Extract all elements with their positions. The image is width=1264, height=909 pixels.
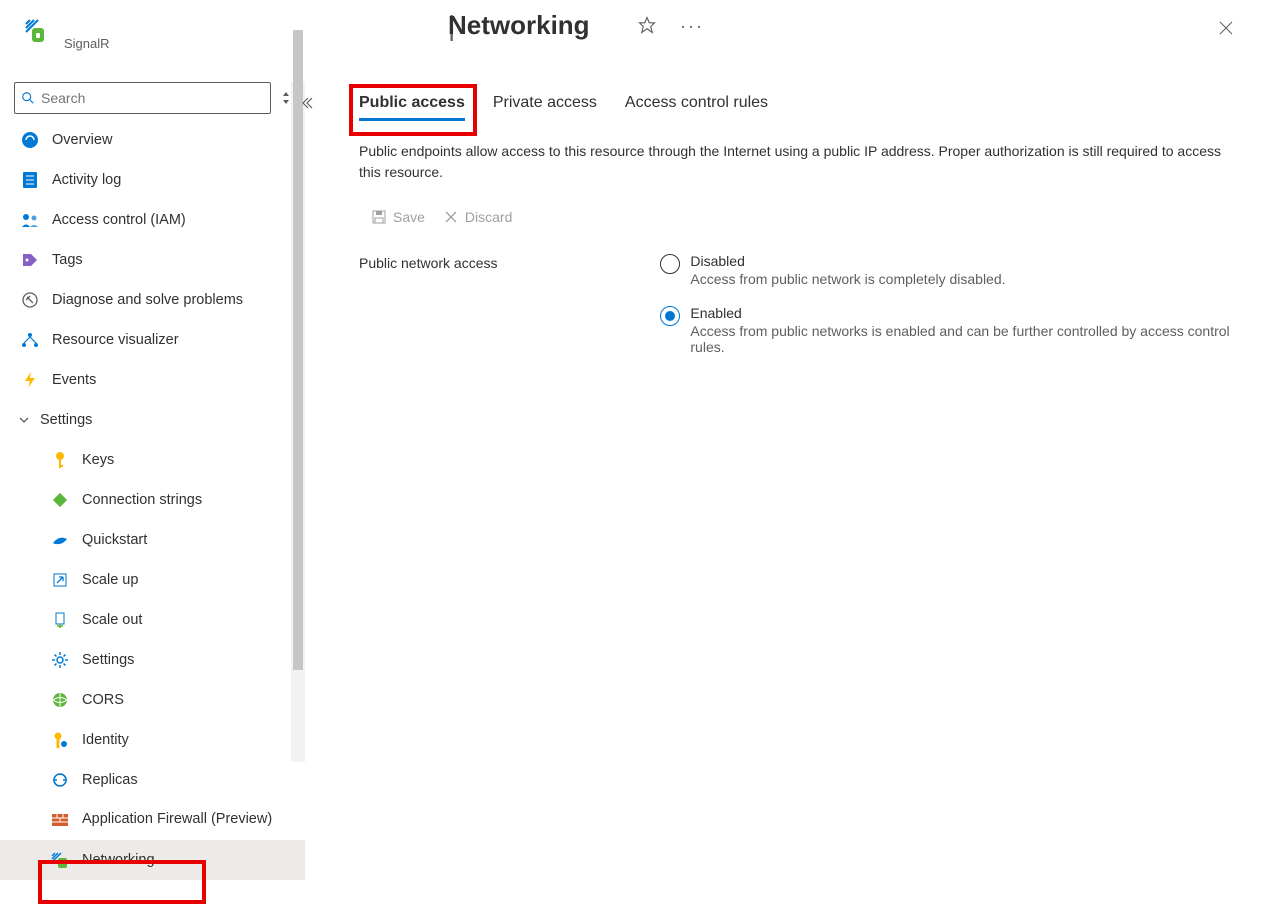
sidebar-item-label: Scale out: [82, 612, 142, 628]
sidebar-item-label: Events: [52, 372, 96, 388]
sidebar-scroll-thumb[interactable]: [293, 30, 303, 670]
sidebar-item-settings[interactable]: Settings: [0, 640, 305, 680]
radio-disabled[interactable]: Disabled Access from public network is c…: [660, 253, 1234, 287]
radio-circle-icon: [660, 306, 680, 326]
toolbar: Save Discard: [371, 209, 1234, 225]
discard-button[interactable]: Discard: [443, 209, 512, 225]
identity-icon: [50, 731, 70, 749]
sidebar-item-networking[interactable]: Networking: [0, 840, 305, 880]
tab-private-access[interactable]: Private access: [493, 94, 597, 121]
radio-subtitle: Access from public network is completely…: [690, 271, 1005, 287]
tab-label: Public access: [359, 94, 465, 111]
sidebar-item-application-firewall[interactable]: Application Firewall (Preview): [0, 800, 305, 840]
public-network-access-row: Public network access Disabled Access fr…: [359, 253, 1234, 373]
cors-icon: [50, 691, 70, 709]
sidebar-nav: Overview Activity log Access control (IA…: [0, 120, 305, 880]
tags-icon: [20, 252, 40, 268]
sidebar-item-label: Application Firewall (Preview): [82, 811, 272, 828]
button-label: Discard: [465, 209, 512, 225]
sidebar-item-label: Replicas: [82, 772, 138, 788]
sidebar-item-label: Diagnose and solve problems: [52, 292, 243, 308]
sidebar-item-keys[interactable]: Keys: [0, 440, 305, 480]
firewall-icon: [50, 813, 70, 827]
sidebar-item-label: Keys: [82, 452, 114, 468]
sidebar-item-label: Overview: [52, 132, 112, 148]
sidebar-item-overview[interactable]: Overview: [0, 120, 305, 160]
sidebar-group-settings[interactable]: Settings: [0, 400, 305, 440]
discard-icon: [443, 209, 459, 225]
diagnose-icon: [20, 291, 40, 309]
sidebar-item-label: Scale up: [82, 572, 138, 588]
connection-strings-icon: [50, 491, 70, 509]
form-label: Public network access: [359, 253, 660, 271]
sidebar-item-access-control[interactable]: Access control (IAM): [0, 200, 305, 240]
radio-circle-icon: [660, 254, 680, 274]
sidebar-item-label: Resource visualizer: [52, 332, 179, 348]
sidebar-item-connection-strings[interactable]: Connection strings: [0, 480, 305, 520]
sidebar-item-label: Quickstart: [82, 532, 147, 548]
keys-icon: [50, 451, 70, 469]
sort-handle-icon[interactable]: [281, 90, 291, 106]
sidebar-item-tags[interactable]: Tags: [0, 240, 305, 280]
sidebar: Overview Activity log Access control (IA…: [0, 0, 305, 909]
sidebar-item-scale-up[interactable]: Scale up: [0, 560, 305, 600]
events-icon: [20, 371, 40, 389]
networking-icon: [50, 851, 70, 869]
chevron-down-icon: [18, 414, 30, 426]
sidebar-item-activity-log[interactable]: Activity log: [0, 160, 305, 200]
search-input-container[interactable]: [14, 82, 271, 114]
sidebar-item-label: Identity: [82, 732, 129, 748]
radio-enabled[interactable]: Enabled Access from public networks is e…: [660, 305, 1234, 355]
tab-label: Private access: [493, 94, 597, 111]
tab-public-access[interactable]: Public access: [359, 94, 465, 121]
overview-icon: [20, 131, 40, 149]
sidebar-item-events[interactable]: Events: [0, 360, 305, 400]
sidebar-item-diagnose[interactable]: Diagnose and solve problems: [0, 280, 305, 320]
button-label: Save: [393, 209, 425, 225]
sidebar-item-cors[interactable]: CORS: [0, 680, 305, 720]
sidebar-item-label: CORS: [82, 692, 124, 708]
search-input[interactable]: [35, 90, 264, 106]
tabs: Public access Private access Access cont…: [359, 94, 1234, 121]
sidebar-item-label: Networking: [82, 852, 155, 868]
resource-visualizer-icon: [20, 332, 40, 348]
quickstart-icon: [50, 533, 70, 547]
gear-icon: [50, 651, 70, 669]
sidebar-item-label: Access control (IAM): [52, 212, 186, 228]
sidebar-item-replicas[interactable]: Replicas: [0, 760, 305, 800]
radio-title: Enabled: [690, 305, 1234, 321]
scale-out-icon: [50, 611, 70, 629]
save-button[interactable]: Save: [371, 209, 425, 225]
sidebar-item-identity[interactable]: Identity: [0, 720, 305, 760]
sidebar-item-label: Tags: [52, 252, 83, 268]
iam-icon: [20, 212, 40, 228]
replicas-icon: [50, 771, 70, 789]
main-content: Public access Private access Access cont…: [305, 0, 1264, 909]
sidebar-group-label: Settings: [40, 412, 92, 428]
save-icon: [371, 209, 387, 225]
tab-description: Public endpoints allow access to this re…: [359, 141, 1229, 183]
tab-access-control-rules[interactable]: Access control rules: [625, 94, 768, 121]
sidebar-item-scale-out[interactable]: Scale out: [0, 600, 305, 640]
radio-title: Disabled: [690, 253, 1005, 269]
radio-subtitle: Access from public networks is enabled a…: [690, 323, 1234, 355]
sidebar-item-label: Connection strings: [82, 492, 202, 508]
sidebar-item-quickstart[interactable]: Quickstart: [0, 520, 305, 560]
scale-up-icon: [50, 572, 70, 588]
sidebar-item-resource-visualizer[interactable]: Resource visualizer: [0, 320, 305, 360]
search-icon: [21, 91, 35, 105]
activity-log-icon: [20, 171, 40, 189]
tab-label: Access control rules: [625, 94, 768, 111]
sidebar-item-label: Settings: [82, 652, 134, 668]
sidebar-item-label: Activity log: [52, 172, 121, 188]
